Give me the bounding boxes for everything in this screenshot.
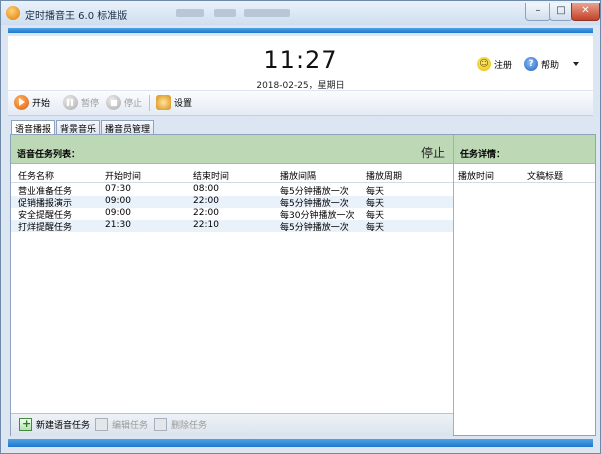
- edit-task-button[interactable]: 编辑任务: [95, 418, 148, 431]
- start-button[interactable]: 开始: [14, 95, 50, 110]
- new-voice-task-button[interactable]: 新建语音任务: [19, 417, 91, 431]
- close-button[interactable]: ✕: [571, 3, 600, 21]
- task-name-cell: 打烊提醒任务: [18, 223, 73, 233]
- period-cell: 每天: [366, 223, 385, 233]
- delete-task-label: 删除任务: [171, 421, 208, 431]
- edit-task-label: 编辑任务: [112, 421, 149, 431]
- table-row[interactable]: 打烊提醒任务 21:30 22:10 每5分钟播放一次 每天: [11, 220, 453, 233]
- end-time-cell: 08:00: [193, 184, 219, 194]
- app-window: 定时播音王 6.0 标准版 – □ ✕ 11:27 2018-02-25，星期日…: [0, 0, 601, 454]
- column-header-end-time[interactable]: 结束时间: [193, 169, 229, 182]
- new-task-label: 新建语音任务: [36, 421, 91, 431]
- tab-background-music[interactable]: 背景音乐: [56, 120, 101, 135]
- top-accent-bar: [8, 28, 593, 33]
- task-detail-title: 任务详情：: [460, 150, 506, 160]
- add-task-icon: [19, 417, 32, 431]
- help-label: 帮助: [541, 60, 560, 71]
- window-title: 定时播音王 6.0 标准版: [25, 11, 128, 22]
- maximize-button[interactable]: □: [549, 3, 573, 21]
- bottom-accent-bar: [8, 439, 593, 447]
- task-list-title: 语音任务列表：: [17, 150, 81, 160]
- task-actions-bar: 新建语音任务 编辑任务 删除任务: [11, 413, 453, 436]
- start-label: 开始: [32, 99, 51, 109]
- obscured-title-text: [176, 9, 204, 17]
- minimize-button[interactable]: –: [525, 3, 551, 21]
- register-label: 注册: [494, 60, 513, 71]
- task-list-header: 语音任务列表： 停止: [11, 135, 453, 164]
- settings-button[interactable]: 设置: [156, 95, 192, 110]
- pause-icon: [63, 95, 78, 110]
- clock-date: 2018-02-25，星期日: [256, 81, 345, 91]
- title-bar[interactable]: 定时播音王 6.0 标准版 – □ ✕: [1, 1, 600, 25]
- tab-bar: 语音播报 背景音乐 播音员管理: [11, 120, 155, 135]
- tab-announcer-management[interactable]: 播音员管理: [101, 120, 155, 135]
- task-table-header: 任务名称 开始时间 结束时间 播放间隔 播放周期: [11, 169, 453, 183]
- edit-document-icon: [95, 418, 108, 431]
- main-toolbar: 开始 暂停 停止 设置: [8, 91, 593, 116]
- column-header-play-time[interactable]: 播放时间: [458, 169, 494, 182]
- start-time-cell: 07:30: [105, 184, 131, 194]
- task-list-panel: 语音任务列表： 停止 任务名称 开始时间 结束时间 播放间隔 播放周期 营业准备…: [11, 135, 454, 436]
- tab-content: 语音任务列表： 停止 任务名称 开始时间 结束时间 播放间隔 播放周期 营业准备…: [10, 134, 596, 436]
- app-logo-icon: [6, 6, 20, 20]
- play-icon: [14, 95, 29, 110]
- column-header-interval[interactable]: 播放间隔: [280, 169, 316, 182]
- delete-task-button[interactable]: 删除任务: [154, 418, 207, 431]
- pause-button[interactable]: 暂停: [63, 95, 99, 110]
- pause-label: 暂停: [81, 99, 100, 109]
- clock-header: 11:27 2018-02-25，星期日 ☺ 注册 ? 帮助: [8, 36, 593, 91]
- table-row[interactable]: 营业准备任务 07:30 08:00 每5分钟播放一次 每天: [11, 184, 453, 197]
- stop-button[interactable]: 停止: [106, 95, 142, 110]
- end-time-cell: 22:00: [193, 208, 219, 218]
- start-time-cell: 09:00: [105, 208, 131, 218]
- settings-label: 设置: [174, 99, 193, 109]
- settings-icon: [156, 95, 171, 110]
- column-header-script-title[interactable]: 文稿标题: [527, 169, 563, 182]
- column-header-task-name[interactable]: 任务名称: [18, 169, 54, 182]
- column-header-period[interactable]: 播放周期: [366, 169, 402, 182]
- detail-table-header: 播放时间 文稿标题: [454, 169, 595, 183]
- smiley-icon: ☺: [477, 57, 491, 71]
- stop-icon: [106, 95, 121, 110]
- help-button[interactable]: ? 帮助: [524, 57, 559, 71]
- help-dropdown-chevron-down-icon[interactable]: [573, 62, 579, 66]
- end-time-cell: 22:10: [193, 220, 219, 230]
- start-time-cell: 21:30: [105, 220, 131, 230]
- obscured-title-text: [244, 9, 290, 17]
- obscured-title-text: [214, 9, 236, 17]
- register-button[interactable]: ☺ 注册: [477, 57, 512, 71]
- toolbar-divider: [149, 95, 150, 111]
- stop-label: 停止: [124, 99, 143, 109]
- end-time-cell: 22:00: [193, 196, 219, 206]
- task-detail-panel: 任务详情： 播放时间 文稿标题: [454, 135, 595, 435]
- interval-cell: 每5分钟播放一次: [280, 223, 349, 233]
- status-indicator: 停止: [420, 146, 445, 160]
- table-row[interactable]: 促销播报演示 09:00 22:00 每5分钟播放一次 每天: [11, 196, 453, 209]
- help-icon: ?: [524, 57, 538, 71]
- delete-document-icon: [154, 418, 167, 431]
- column-header-start-time[interactable]: 开始时间: [105, 169, 141, 182]
- table-row[interactable]: 安全提醒任务 09:00 22:00 每30分钟播放一次 每天: [11, 208, 453, 221]
- start-time-cell: 09:00: [105, 196, 131, 206]
- tab-voice-broadcast[interactable]: 语音播报: [11, 120, 56, 135]
- task-detail-header: 任务详情：: [454, 135, 595, 164]
